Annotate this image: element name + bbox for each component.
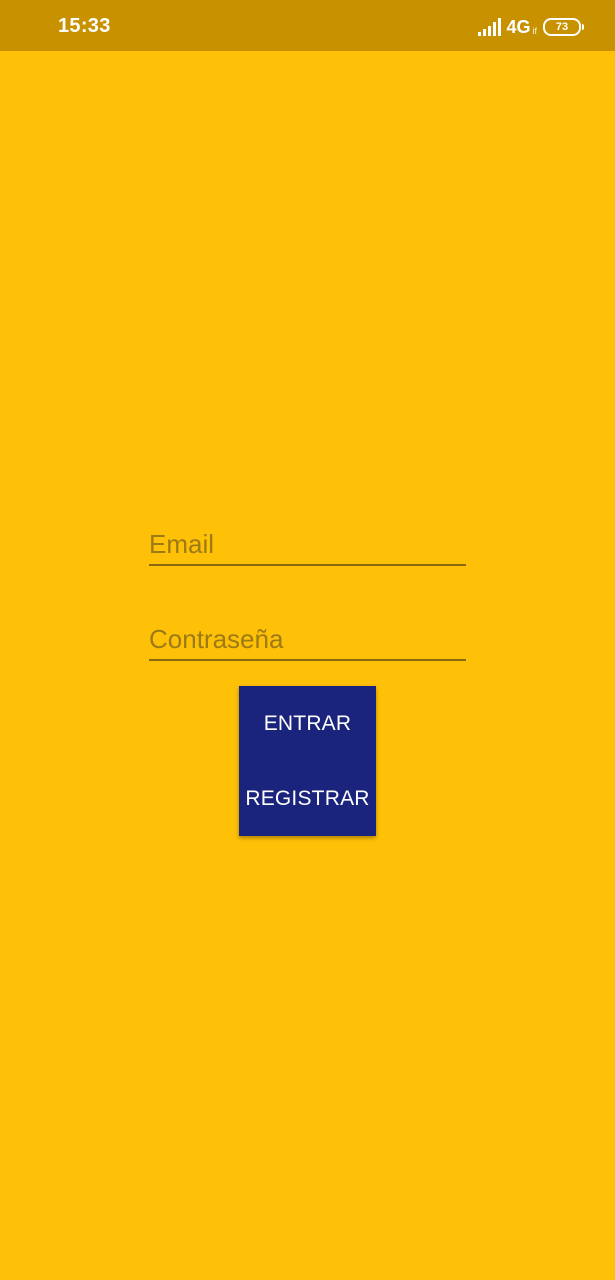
email-field[interactable] [149, 522, 466, 566]
status-bar: 15:33 4G if 73 [0, 0, 615, 51]
register-button[interactable]: REGISTRAR [239, 761, 376, 836]
network-type-label: 4G [506, 16, 531, 37]
auth-button-group: ENTRAR REGISTRAR [239, 686, 376, 836]
password-input[interactable] [149, 624, 466, 655]
login-screen: 15:33 4G if 73 ENTRAR REGISTRAR [0, 0, 615, 1280]
battery-icon: 73 [543, 18, 584, 36]
status-indicators: 4G if 73 [478, 14, 584, 40]
password-field[interactable] [149, 617, 466, 661]
network-sub-label: if [532, 26, 538, 36]
enter-button[interactable]: ENTRAR [239, 686, 376, 761]
email-input[interactable] [149, 529, 466, 560]
status-time: 15:33 [58, 15, 111, 37]
signal-icon [478, 18, 502, 36]
